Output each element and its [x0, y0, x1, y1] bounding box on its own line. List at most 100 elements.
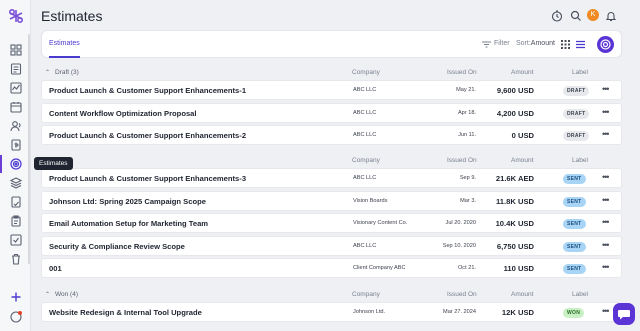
- column-label: Label: [572, 157, 588, 164]
- estimate-amount: 6,750 USD: [496, 241, 534, 251]
- dashboard-icon[interactable]: [9, 43, 23, 57]
- estimate-issued: Mar 3.: [460, 197, 476, 204]
- estimates-toolbar: Estimates Filter Sort:Amount: [41, 30, 622, 58]
- estimate-amount: 0 USD: [511, 131, 534, 140]
- estimate-company: Visionary Content Co.: [353, 220, 408, 226]
- estimate-issued: Jun 11.: [458, 132, 476, 138]
- page-title: Estimates: [41, 8, 103, 24]
- sidebar: [0, 0, 31, 331]
- estimate-row[interactable]: Email Automation Setup for Marketing Tea…: [41, 213, 622, 233]
- timer-icon[interactable]: [551, 10, 563, 22]
- status-badge: SENT: [563, 174, 586, 184]
- estimate-row[interactable]: Johnson Ltd: Spring 2025 Campaign Scope …: [41, 190, 622, 211]
- estimate-issued: May 21.: [456, 87, 476, 93]
- estimate-company: Client Company ABC: [353, 265, 406, 271]
- sidebar-scrollbar[interactable]: [28, 34, 30, 264]
- estimate-amount: 4,200 USD: [496, 108, 534, 118]
- estimate-title[interactable]: Product Launch & Customer Support Enhanc…: [49, 131, 246, 140]
- column-label: Label: [572, 69, 588, 76]
- estimate-row[interactable]: Content Workflow Optimization Proposal A…: [41, 102, 622, 123]
- chevron-up-icon[interactable]: ⌃: [45, 291, 50, 298]
- status-badge: SENT: [563, 264, 586, 274]
- tab-underline: [49, 56, 80, 58]
- estimate-title[interactable]: 001: [49, 264, 62, 273]
- page-header: Estimates K: [31, 0, 640, 32]
- group-header[interactable]: ⌃ Won (4) Company Issued On Amount Label: [41, 289, 622, 301]
- estimate-issued: Mar 27. 2024: [443, 309, 476, 315]
- documents-icon[interactable]: [9, 62, 23, 76]
- more-options-icon[interactable]: •••: [602, 172, 610, 182]
- estimate-row[interactable]: Website Redesign & Internal Tool Upgrade…: [41, 302, 622, 322]
- sidebar-tooltip: Estimates: [34, 157, 73, 170]
- status-badge: SENT: [563, 241, 586, 252]
- estimate-title[interactable]: Content Workflow Optimization Proposal: [49, 109, 197, 118]
- sort-control[interactable]: Sort:Amount: [516, 40, 555, 47]
- estimate-title[interactable]: Product Launch & Customer Support Enhanc…: [49, 86, 246, 95]
- more-options-icon[interactable]: •••: [602, 262, 610, 272]
- bell-icon[interactable]: [605, 10, 617, 22]
- estimate-title[interactable]: Product Launch & Customer Support Enhanc…: [49, 174, 246, 183]
- filter-icon[interactable]: [482, 41, 491, 48]
- estimate-company: ABC LLC: [353, 175, 377, 181]
- estimate-amount: 9,600 USD: [496, 86, 534, 95]
- tab-estimates[interactable]: Estimates: [49, 40, 80, 47]
- column-issued: Issued On: [447, 157, 477, 164]
- estimate-issued: Sep 9.: [459, 175, 476, 181]
- estimates-target-button[interactable]: [597, 36, 614, 53]
- calendar-icon[interactable]: [9, 100, 23, 114]
- estimate-company: Johnson Ltd.: [353, 309, 386, 315]
- estimate-title[interactable]: Johnson Ltd: Spring 2025 Campaign Scope: [49, 197, 206, 206]
- estimate-row[interactable]: Product Launch & Customer Support Enhanc…: [41, 80, 622, 100]
- checklist-icon[interactable]: [9, 233, 23, 247]
- more-options-icon[interactable]: •••: [602, 217, 610, 227]
- estimate-amount: 10.4K USD: [495, 219, 534, 228]
- activity-icon[interactable]: [9, 81, 23, 95]
- list-view-icon[interactable]: [576, 40, 585, 49]
- estimate-company: ABC LLC: [353, 109, 377, 116]
- grid-view-icon[interactable]: [561, 40, 570, 49]
- status-badge: DRAFT: [563, 108, 590, 119]
- column-issued: Issued On: [447, 69, 477, 76]
- group-header[interactable]: ⌃ (5) Company Issued On Amount Label: [41, 155, 622, 167]
- more-options-icon[interactable]: •••: [602, 240, 610, 250]
- filter-button[interactable]: Filter: [494, 40, 510, 47]
- app-logo-icon[interactable]: [7, 7, 25, 25]
- chevron-up-icon[interactable]: ⌃: [45, 69, 50, 76]
- status-badge: DRAFT: [563, 86, 590, 96]
- contacts-icon[interactable]: [9, 119, 23, 133]
- search-icon[interactable]: [570, 10, 582, 22]
- estimate-row[interactable]: Security & Compliance Review Scope ABC L…: [41, 235, 622, 256]
- notifications-badge-icon[interactable]: [9, 310, 23, 324]
- estimate-title[interactable]: Email Automation Setup for Marketing Tea…: [49, 219, 208, 228]
- clipboard-icon[interactable]: [9, 214, 23, 228]
- more-options-icon[interactable]: •••: [602, 129, 610, 139]
- column-issued: Issued On: [447, 291, 477, 298]
- estimate-issued: Sep 10. 2020: [442, 242, 476, 249]
- chat-button[interactable]: [613, 303, 635, 325]
- column-amount: Amount: [511, 69, 534, 76]
- column-company: Company: [352, 157, 380, 164]
- add-icon[interactable]: [9, 290, 23, 304]
- column-amount: Amount: [511, 291, 534, 298]
- group-label: Won (4): [55, 291, 78, 298]
- column-label: Label: [572, 291, 588, 298]
- estimate-row[interactable]: 001 Client Company ABC Oct 21. 110 USD S…: [41, 258, 622, 278]
- estimate-row[interactable]: Product Launch & Customer Support Enhanc…: [41, 168, 622, 188]
- contracts-icon[interactable]: [9, 195, 23, 209]
- estimate-amount: 12K USD: [501, 308, 534, 317]
- more-options-icon[interactable]: •••: [602, 84, 610, 94]
- more-options-icon[interactable]: •••: [602, 306, 610, 316]
- more-options-icon[interactable]: •••: [602, 195, 610, 205]
- estimates-nav-icon[interactable]: [0, 155, 27, 173]
- more-options-icon[interactable]: •••: [602, 107, 610, 117]
- trash-icon[interactable]: [9, 252, 23, 266]
- group-header[interactable]: ⌃ Draft (3) Company Issued On Amount Lab…: [41, 67, 622, 79]
- invoice-icon[interactable]: [9, 138, 23, 152]
- status-badge: WON: [563, 308, 585, 318]
- user-avatar[interactable]: K: [587, 9, 599, 21]
- estimate-title[interactable]: Website Redesign & Internal Tool Upgrade: [49, 308, 202, 317]
- estimate-amount: 11.8K USD: [496, 196, 534, 206]
- layers-icon[interactable]: [9, 176, 23, 190]
- estimate-title[interactable]: Security & Compliance Review Scope: [49, 242, 185, 251]
- estimate-row[interactable]: Product Launch & Customer Support Enhanc…: [41, 125, 622, 145]
